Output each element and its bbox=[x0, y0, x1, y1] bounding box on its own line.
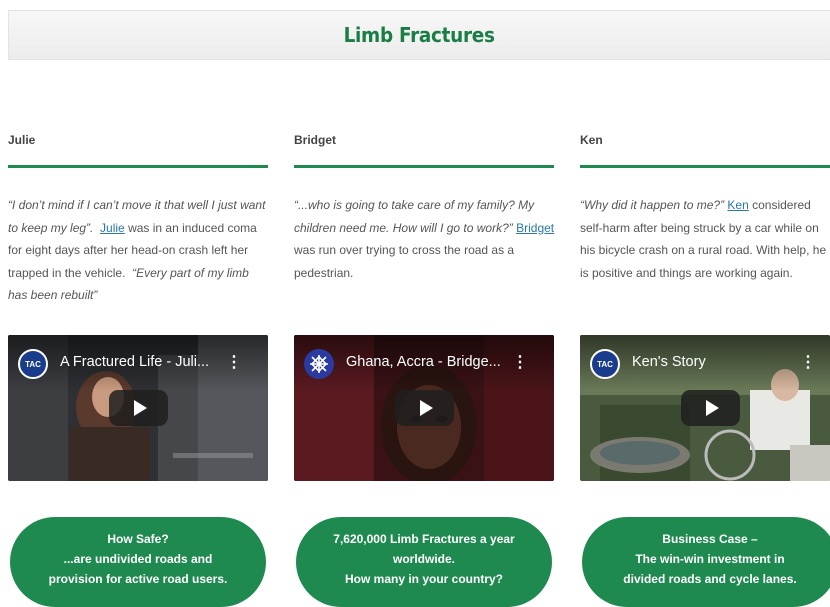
tac-logo-icon[interactable]: TAC bbox=[590, 349, 620, 379]
page-title: Limb Fractures bbox=[343, 23, 496, 47]
video-title[interactable]: Ken's Story bbox=[632, 354, 706, 370]
person-name: Ken bbox=[580, 133, 603, 147]
person-name: Julie bbox=[8, 133, 36, 147]
pill-line: How Safe? bbox=[107, 532, 169, 546]
story-text: “Why did it happen to me?” Ken considere… bbox=[580, 194, 830, 284]
play-icon bbox=[705, 400, 719, 416]
pill-line: divided roads and cycle lanes. bbox=[623, 572, 797, 586]
play-button[interactable] bbox=[681, 390, 740, 426]
play-icon bbox=[133, 400, 147, 416]
tac-logo-icon[interactable]: TAC bbox=[18, 349, 48, 379]
pill-line: worldwide. bbox=[392, 552, 455, 566]
more-options-icon[interactable]: ⋮ bbox=[512, 355, 528, 371]
info-pill-button[interactable]: How Safe? ...are undivided roads and pro… bbox=[10, 517, 266, 607]
video-player[interactable]: TAC Ken's Story ⋮ bbox=[580, 335, 830, 481]
more-options-icon[interactable]: ⋮ bbox=[800, 355, 816, 371]
pill-line: ...are undivided roads and bbox=[63, 552, 213, 566]
play-icon bbox=[419, 400, 433, 416]
play-button[interactable] bbox=[395, 390, 454, 426]
video-player[interactable]: TAC A Fractured Life - Juli... ⋮ bbox=[8, 335, 268, 481]
play-button[interactable] bbox=[109, 390, 168, 426]
pill-line: Business Case – bbox=[662, 532, 758, 546]
person-name: Bridget bbox=[294, 133, 336, 147]
pill-line: 7,620,000 Limb Fractures a year bbox=[333, 532, 515, 546]
more-options-icon[interactable]: ⋮ bbox=[226, 355, 242, 371]
story-body: was run over trying to cross the road as… bbox=[294, 243, 515, 280]
network-logo-icon[interactable] bbox=[304, 349, 334, 379]
pill-line: The win-win investment in bbox=[635, 552, 785, 566]
pill-line: How many in your country? bbox=[344, 572, 503, 586]
video-title[interactable]: Ghana, Accra - Bridge... bbox=[346, 354, 501, 370]
person-link[interactable]: Julie bbox=[100, 221, 125, 235]
divider bbox=[8, 165, 268, 168]
video-player[interactable]: Ghana, Accra - Bridge... ⋮ bbox=[294, 335, 554, 481]
quote: “Why did it happen to me?” bbox=[580, 198, 725, 212]
story-text: “...who is going to take care of my fami… bbox=[294, 194, 556, 284]
person-link[interactable]: Ken bbox=[727, 198, 748, 212]
story-text: “I don’t mind if I can’t move it that we… bbox=[8, 194, 270, 307]
quote: “...who is going to take care of my fami… bbox=[294, 198, 535, 235]
person-link[interactable]: Bridget bbox=[516, 221, 554, 235]
video-title[interactable]: A Fractured Life - Juli... bbox=[60, 354, 209, 370]
pill-line: provision for active road users. bbox=[48, 572, 228, 586]
page-header-banner: Limb Fractures bbox=[8, 10, 830, 60]
info-pill-button[interactable]: Business Case – The win-win investment i… bbox=[582, 517, 830, 607]
divider bbox=[580, 165, 830, 168]
divider bbox=[294, 165, 554, 168]
info-pill-button[interactable]: 7,620,000 Limb Fractures a year worldwid… bbox=[296, 517, 552, 607]
